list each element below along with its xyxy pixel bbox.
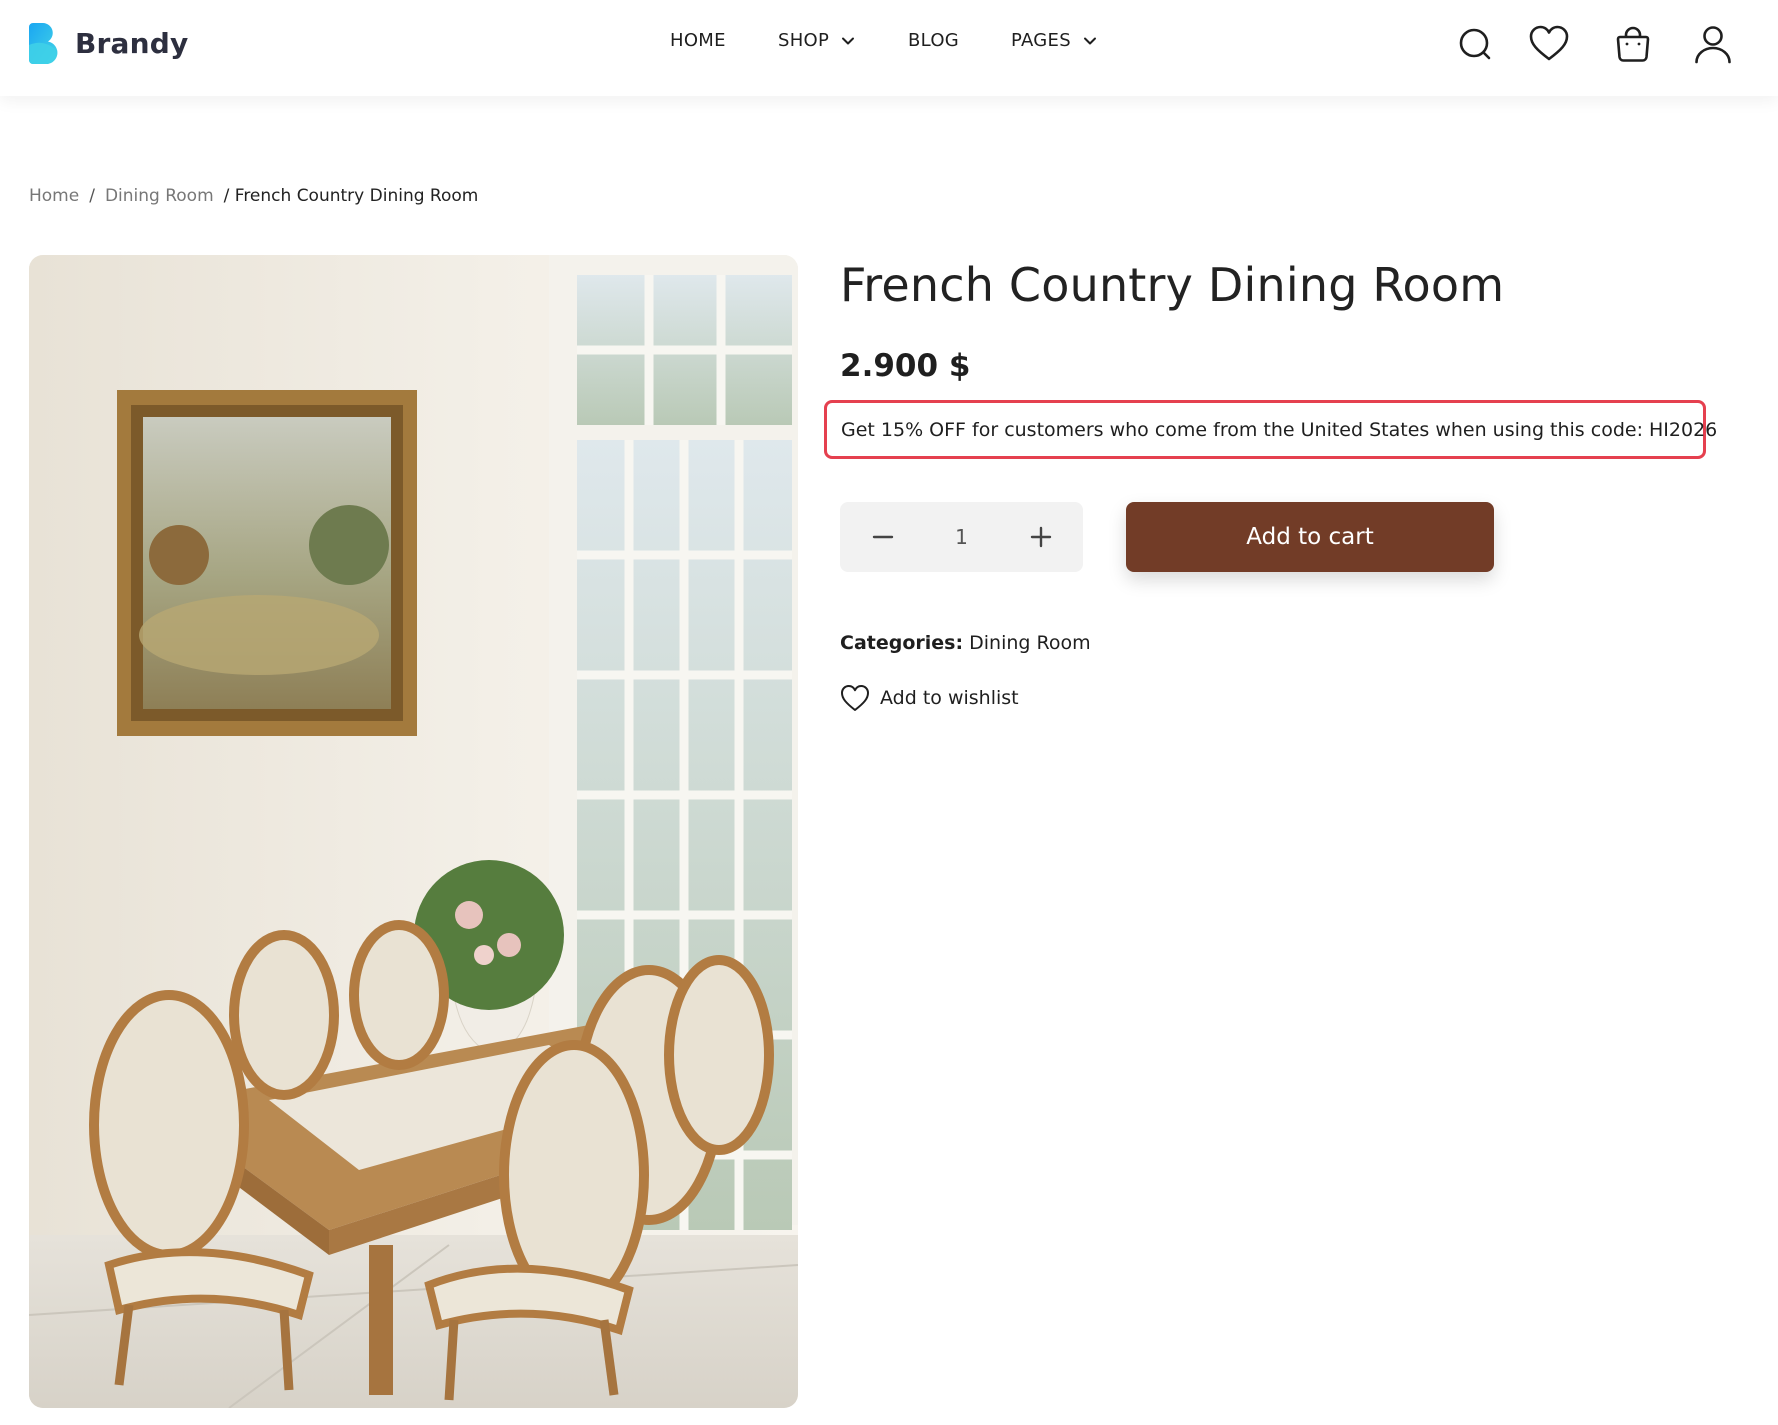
heart-icon — [841, 685, 869, 711]
nav-item-label: PAGES — [1011, 30, 1071, 51]
breadcrumb-current: / French Country Dining Room — [223, 186, 479, 206]
product-categories: Categories: Dining Room — [840, 632, 1091, 654]
breadcrumb-category[interactable]: Dining Room — [105, 186, 214, 206]
chevron-down-icon — [1083, 37, 1096, 44]
nav-item-blog[interactable]: BLOG — [908, 30, 959, 51]
nav-item-shop[interactable]: SHOP — [778, 30, 855, 51]
quantity-stepper — [840, 502, 1083, 572]
promo-banner: Get 15% OFF for customers who come from … — [824, 400, 1717, 459]
nav-item-home[interactable]: HOME — [670, 30, 726, 51]
user-icon[interactable] — [1693, 24, 1733, 64]
category-link[interactable]: Dining Room — [969, 632, 1090, 654]
breadcrumb-separator: / — [89, 186, 95, 206]
search-icon[interactable] — [1456, 24, 1496, 64]
dining-room-photo — [29, 255, 798, 1408]
breadcrumb-home[interactable]: Home — [29, 186, 79, 206]
quantity-input[interactable] — [920, 522, 1003, 552]
add-to-wishlist-link[interactable]: Add to wishlist — [840, 684, 1019, 712]
site-header: Brandy HOME SHOP BLOG PAGES — [0, 0, 1778, 96]
add-to-cart-button[interactable]: Add to cart — [1126, 502, 1494, 572]
shopping-bag-icon[interactable] — [1613, 24, 1653, 64]
nav-item-pages[interactable]: PAGES — [1011, 30, 1097, 51]
breadcrumb: Home / Dining Room / French Country Dini… — [29, 186, 478, 206]
wishlist-label: Add to wishlist — [880, 687, 1019, 709]
main-nav: HOME SHOP BLOG PAGES — [0, 30, 1778, 60]
heart-icon[interactable] — [1529, 24, 1569, 64]
nav-item-label: SHOP — [778, 30, 830, 51]
product-image[interactable] — [29, 255, 798, 1408]
promo-text: Get 15% OFF for customers who come from … — [841, 418, 1718, 441]
plus-icon[interactable] — [1026, 522, 1056, 552]
minus-icon[interactable] — [868, 522, 898, 552]
product-price: 2.900 $ — [840, 348, 971, 384]
nav-item-label: HOME — [670, 30, 726, 51]
chevron-down-icon — [842, 37, 855, 44]
nav-item-label: BLOG — [908, 30, 960, 51]
product-title: French Country Dining Room — [840, 258, 1505, 312]
categories-label: Categories: — [840, 632, 964, 654]
